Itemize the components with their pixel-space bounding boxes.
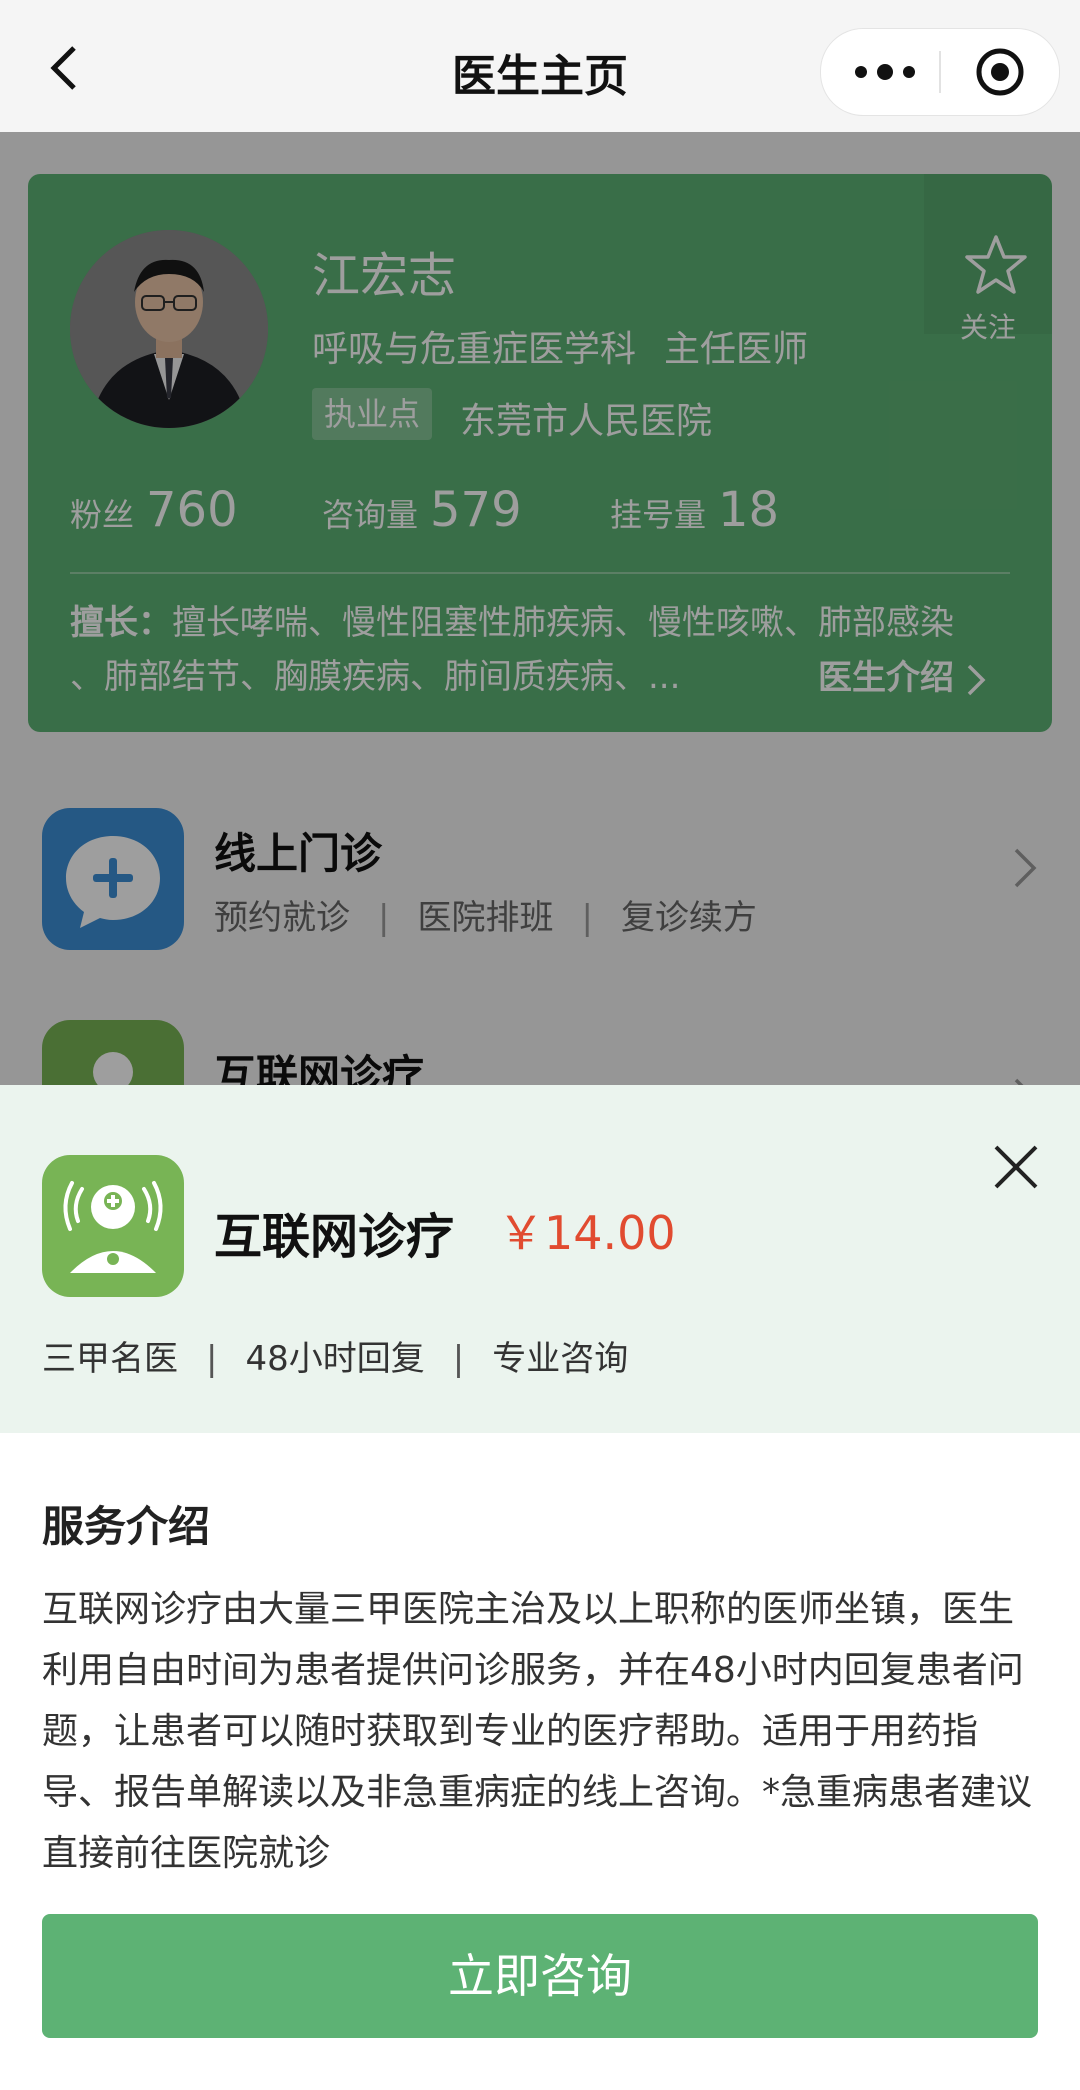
service-bottom-sheet: 互联网诊疗 ￥14.00 三甲名医 | 48小时回复 | 专业咨询 服务介绍 互联网诊疗… [0,1085,1080,2090]
section-title: 服务介绍 [42,1502,211,1551]
service-tags: 三甲名医 | 48小时回复 | 专业咨询 [42,1339,629,1379]
doctor-icon [42,1155,184,1297]
consult-now-button[interactable]: 立即咨询 [42,1914,1038,2038]
service-tag: 48小时回复 [245,1339,425,1379]
service-price: ￥14.00 [498,1206,676,1260]
sheet-header: 互联网诊疗 ￥14.00 三甲名医 | 48小时回复 | 专业咨询 [0,1085,1080,1433]
navigation-bar: 医生主页 [0,0,1080,132]
close-icon[interactable] [990,1141,1042,1193]
miniprogram-capsule [820,28,1060,116]
capsule-divider [939,51,941,93]
sheet-service-title: 互联网诊疗 [214,1209,455,1265]
service-tag: 三甲名医 [42,1339,178,1379]
service-description: 互联网诊疗由大量三甲医院主治及以上职称的医师坐镇，医生利用自由时间为患者提供问诊… [42,1589,1033,1874]
more-icon[interactable] [849,51,921,93]
service-tag: 专业咨询 [492,1339,629,1379]
close-miniprogram-icon[interactable] [975,47,1025,97]
